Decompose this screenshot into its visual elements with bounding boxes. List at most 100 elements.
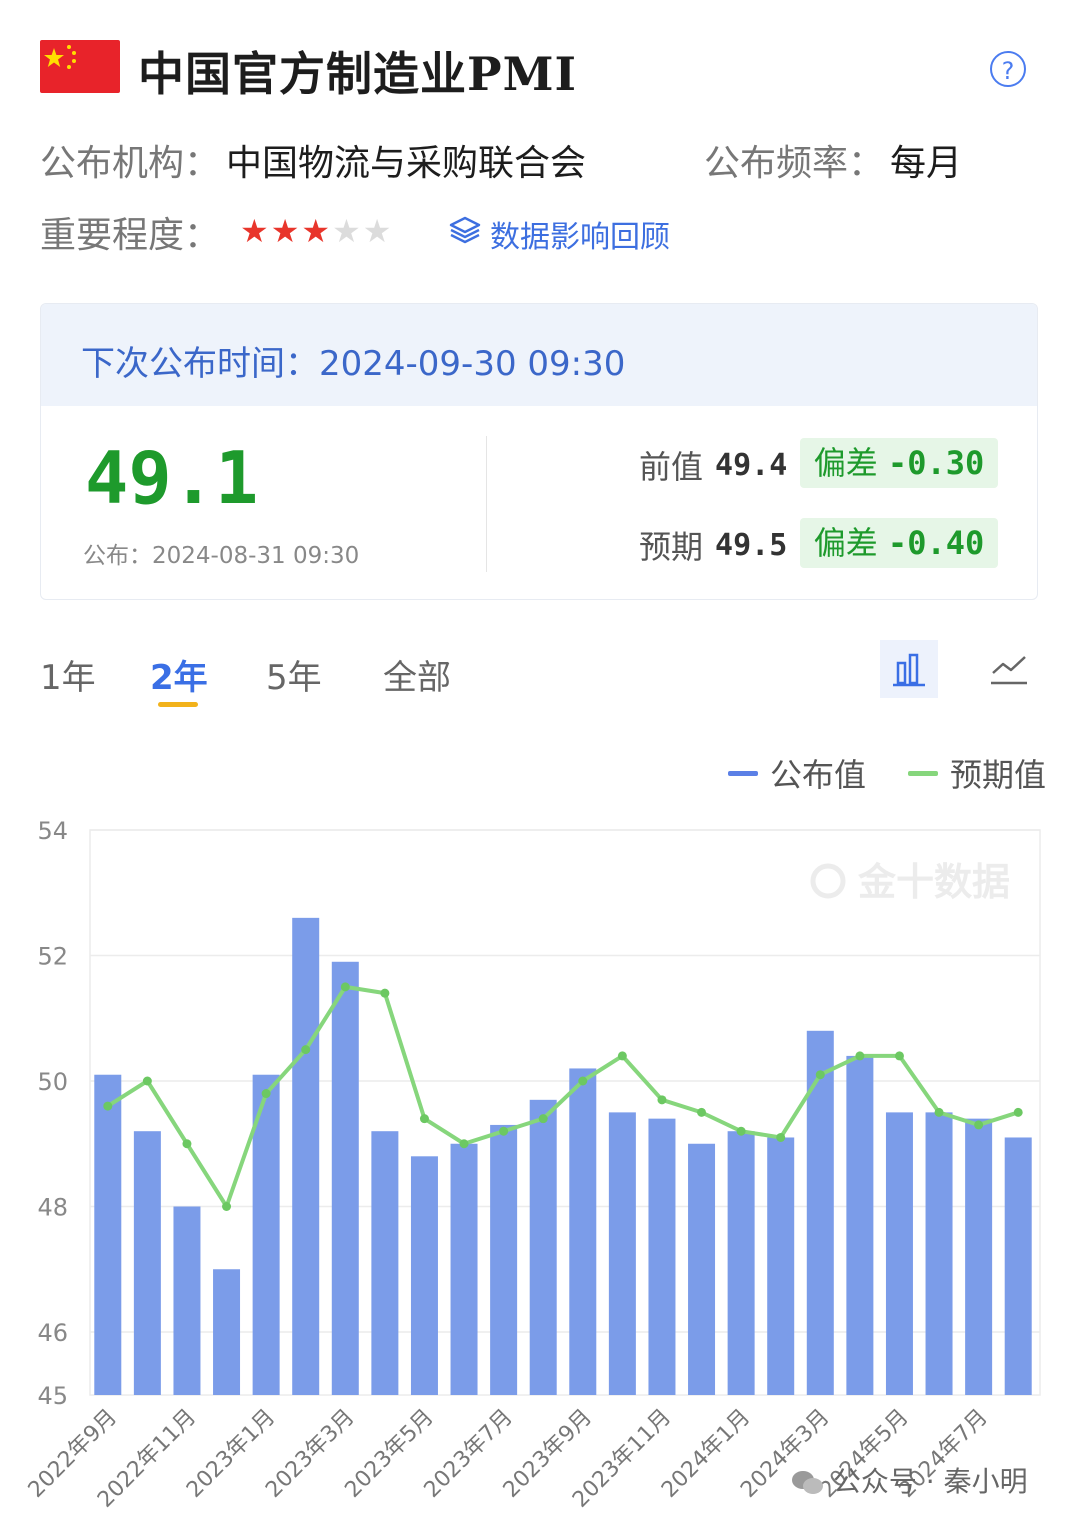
y-tick-label: 48 (37, 1194, 68, 1222)
bar-chart-view-button[interactable] (880, 640, 938, 698)
deviation-label: 偏差 (813, 444, 878, 482)
bar (767, 1137, 795, 1395)
deviation-forecast-value: -0.40 (887, 524, 985, 562)
bar (885, 1112, 913, 1395)
legend-label-forecast: 预期值 (950, 756, 1047, 794)
star-filled-icon: ★ (301, 212, 333, 250)
footer-watermark-text: 公众号 · 秦小明 (832, 1465, 1028, 1498)
frequency-value: 每月 (890, 143, 963, 184)
forecast-point (103, 1101, 113, 1111)
published-label: 公布： (83, 543, 152, 569)
tab-1-year[interactable]: 1年 (40, 650, 96, 699)
line-chart-view-button[interactable] (980, 640, 1038, 698)
forecast-point (261, 1089, 271, 1099)
bar (569, 1068, 597, 1395)
star-empty-icon: ★ (362, 212, 394, 250)
bar (529, 1099, 557, 1395)
bar (965, 1118, 993, 1395)
star-filled-icon: ★ (240, 212, 271, 250)
tab-all[interactable]: 全部 (383, 650, 451, 699)
layers-icon (448, 215, 482, 253)
publisher-label: 公布机构： (40, 143, 221, 184)
forecast-point (855, 1051, 865, 1061)
bar-chart-icon (893, 653, 925, 687)
legend-item-forecast: 预期值 (908, 750, 1046, 796)
legend-swatch-line (908, 770, 938, 776)
published-value: 2024-08-31 09:30 (152, 543, 360, 569)
forecast-line (106, 984, 1019, 1209)
forecast-point (815, 1070, 825, 1080)
forecast-point (578, 1076, 588, 1086)
help-icon[interactable]: ? (990, 51, 1026, 87)
data-review-label: 数据影响回顾 (490, 220, 670, 255)
y-tick-label: 45 (37, 1382, 68, 1410)
bar (727, 1131, 755, 1395)
forecast-value: 49.5 (715, 527, 788, 563)
bar (410, 1156, 438, 1395)
bar (806, 1030, 834, 1395)
bar (1004, 1137, 1032, 1395)
bar (213, 1269, 241, 1395)
wechat-icon (790, 1465, 833, 1498)
tab-5-years[interactable]: 5年 (266, 650, 322, 699)
previous-row: 前值 49.4 (639, 442, 787, 488)
forecast-point (697, 1107, 707, 1117)
bar (133, 1131, 161, 1395)
deviation-previous-value: -0.30 (887, 444, 985, 482)
forecast-point (142, 1076, 152, 1086)
forecast-point (459, 1139, 469, 1149)
forecast-point (736, 1126, 746, 1136)
bar (331, 961, 359, 1395)
published-time: 公布：2024-08-31 09:30 (83, 536, 359, 570)
previous-value: 49.4 (715, 447, 788, 483)
actual-value: 49.1 (85, 436, 259, 520)
page-title: 中国官方制造业PMI (138, 47, 578, 101)
forecast-point (499, 1126, 509, 1136)
chart-watermark: 金十数据 (857, 860, 1010, 904)
footer-watermark: 公众号 · 秦小明 (790, 1460, 1028, 1500)
bar (450, 1143, 478, 1395)
y-tick-label: 50 (37, 1068, 68, 1096)
bar (94, 1074, 122, 1395)
next-release-time: 下次公布时间：2024-09-30 09:30 (81, 336, 625, 385)
y-tick-label: 52 (37, 943, 68, 971)
y-tick-label: 54 (37, 817, 68, 845)
forecast-point (1013, 1107, 1023, 1117)
forecast-point (222, 1202, 232, 1211)
legend-swatch-bar (728, 770, 758, 776)
forecast-point (380, 988, 390, 998)
data-review-link[interactable]: 数据影响回顾 (448, 212, 670, 256)
next-release-label: 下次公布时间： (81, 344, 319, 384)
forecast-point (301, 1045, 311, 1055)
bar (846, 1055, 874, 1395)
frequency-row: 公布频率： 每月 (704, 134, 962, 186)
deviation-forecast-badge: 偏差 -0.40 (800, 518, 998, 568)
forecast-point (894, 1051, 904, 1061)
bar (292, 917, 320, 1395)
pmi-chart: 545250484645金十数据2022年9月2022年11月2023年1月20… (24, 817, 1041, 1513)
forecast-point (419, 1114, 429, 1124)
importance-label: 重要程度： (40, 215, 221, 256)
frequency-label: 公布频率： (704, 143, 885, 184)
bar (925, 1112, 953, 1395)
bar (648, 1118, 676, 1395)
forecast-point (182, 1139, 192, 1149)
deviation-previous-badge: 偏差 -0.30 (800, 438, 998, 488)
star-empty-icon: ★ (332, 212, 363, 250)
line-chart-icon (991, 656, 1027, 685)
china-flag-icon (40, 40, 120, 93)
active-tab-indicator (158, 702, 198, 707)
tab-2-years[interactable]: 2年 (150, 650, 208, 699)
importance-stars: ★★★★★ (240, 212, 393, 250)
forecast-point (657, 1095, 667, 1105)
bar (608, 1112, 636, 1395)
publisher-row: 公布机构： 中国物流与采购联合会 (40, 134, 586, 186)
release-card: 下次公布时间：2024-09-30 09:30 49.1 公布：2024-08-… (40, 303, 1038, 600)
legend-item-published: 公布值 (728, 750, 866, 796)
star-filled-icon: ★ (270, 212, 302, 250)
bar (490, 1124, 518, 1395)
legend-label-published: 公布值 (770, 756, 867, 794)
bar (688, 1143, 716, 1395)
bar (371, 1131, 399, 1395)
forecast-point (974, 1120, 984, 1130)
